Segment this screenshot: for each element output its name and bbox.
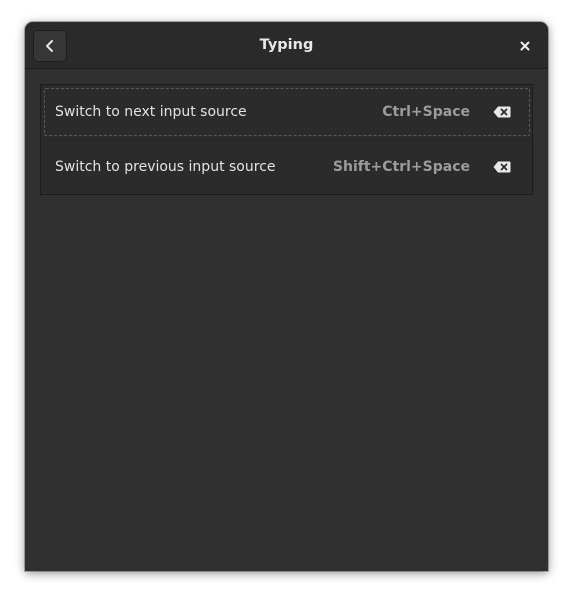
edit-clear-backspace-icon xyxy=(493,161,511,173)
shortcut-accelerator: Ctrl+Space xyxy=(382,104,470,120)
typing-dialog-window: Typing Switch to next input source Ctrl+… xyxy=(25,22,548,571)
window-close-icon xyxy=(520,41,530,51)
shortcut-label: Switch to previous input source xyxy=(55,159,276,175)
window-title: Typing xyxy=(259,37,314,53)
edit-clear-backspace-icon xyxy=(493,106,511,118)
shortcut-list: Switch to next input source Ctrl+Space S… xyxy=(40,84,533,195)
clear-shortcut-button[interactable] xyxy=(492,103,512,121)
clear-shortcut-button[interactable] xyxy=(492,158,512,176)
shortcut-label: Switch to next input source xyxy=(55,104,247,120)
shortcut-accelerator: Shift+Ctrl+Space xyxy=(332,159,470,175)
header-bar: Typing xyxy=(25,22,548,69)
go-previous-icon xyxy=(43,39,57,53)
back-button[interactable] xyxy=(33,30,67,62)
shortcut-row-next-input-source[interactable]: Switch to next input source Ctrl+Space xyxy=(41,85,532,139)
close-button[interactable] xyxy=(514,35,536,57)
shortcut-row-previous-input-source[interactable]: Switch to previous input source Shift+Ct… xyxy=(41,140,532,194)
